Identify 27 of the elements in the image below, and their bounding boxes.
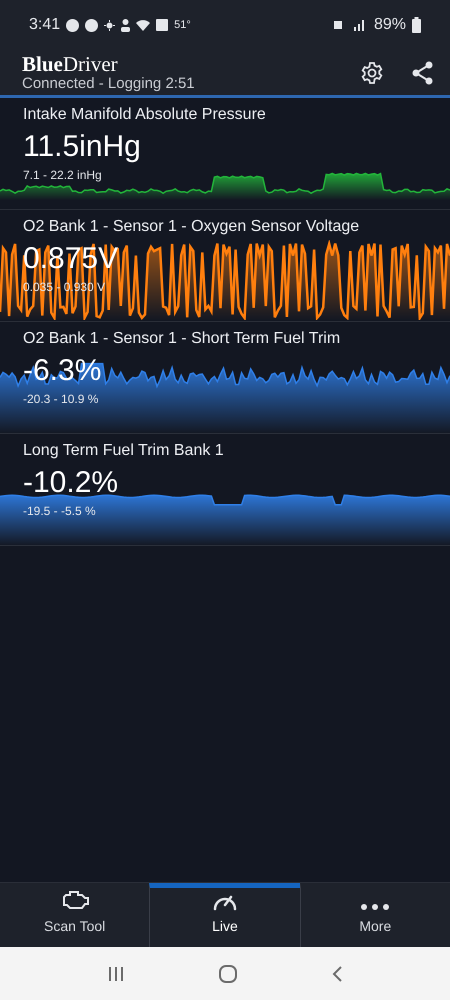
- share-icon[interactable]: [412, 60, 434, 84]
- settings-icon[interactable]: [360, 60, 384, 84]
- battery-icon: [412, 17, 421, 33]
- gauge-title: O2 Bank 1 - Sensor 1 - Oxygen Sensor Voltage: [23, 217, 360, 237]
- gauge-range: 7.1 - 22.2 inHg: [23, 167, 102, 183]
- gauge-value: -10.2%: [23, 465, 118, 501]
- gauge-title: Long Term Fuel Trim Bank 1: [23, 441, 224, 461]
- temperature: 51°: [174, 18, 191, 33]
- app-logo: BlueDriver: [22, 54, 119, 75]
- gauge-title: Intake Manifold Absolute Pressure: [23, 105, 266, 125]
- wifi-icon: [136, 19, 150, 31]
- circle-icon: [66, 18, 80, 32]
- sun-icon: [104, 20, 116, 30]
- person-icon: [121, 18, 130, 32]
- gauge-value: 11.5inHg: [23, 129, 141, 165]
- clock: 3:41: [29, 15, 60, 35]
- connection-status: Connected - Logging 2:51: [22, 76, 195, 91]
- circle-icon: [85, 18, 98, 32]
- recent-apps-icon[interactable]: [108, 966, 124, 982]
- battery-percent: 89%: [374, 15, 406, 35]
- nav-tab[interactable]: Scan Tool: [0, 883, 150, 947]
- more-icon: [360, 903, 390, 911]
- home-icon[interactable]: [218, 964, 237, 982]
- back-icon[interactable]: [332, 966, 342, 982]
- gauge-range: -20.3 - 10.9 %: [23, 391, 98, 407]
- gauge-range: -19.5 - -5.5 %: [23, 503, 96, 519]
- gauge-title: O2 Bank 1 - Sensor 1 - Short Term Fuel Trim: [23, 329, 340, 349]
